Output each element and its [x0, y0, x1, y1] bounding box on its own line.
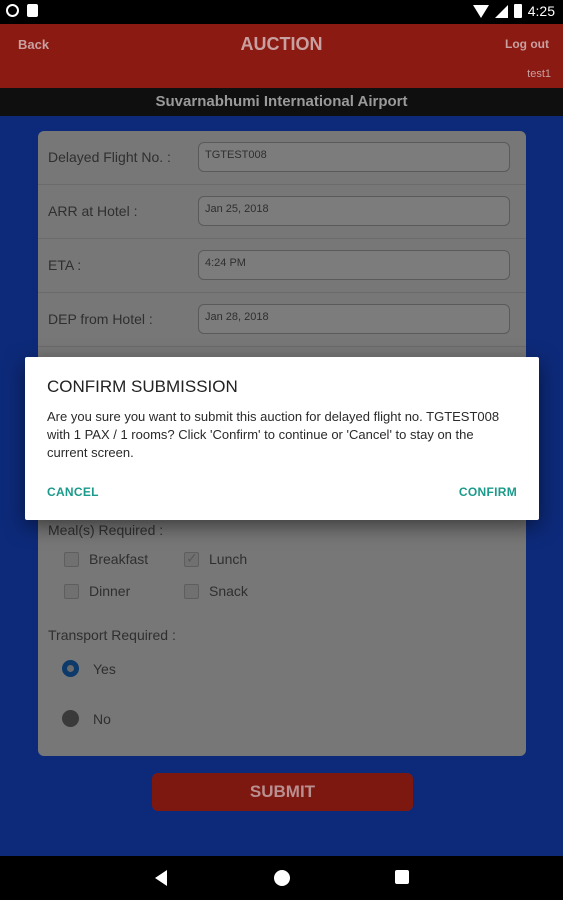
- nav-home-icon[interactable]: [274, 870, 290, 886]
- meal-dinner-checkbox[interactable]: Dinner: [64, 583, 130, 599]
- checkbox-box[interactable]: [64, 583, 79, 599]
- field-label: ETA :: [48, 257, 82, 273]
- airport-name: Suvarnabhumi International Airport: [0, 88, 563, 116]
- field-label: ARR at Hotel :: [48, 203, 138, 219]
- checkbox-box[interactable]: [184, 550, 199, 567]
- status-bar: 4:25: [0, 0, 563, 24]
- wifi-icon: [472, 4, 489, 18]
- radio-label: No: [93, 710, 111, 727]
- sd-card-icon: [27, 4, 38, 17]
- field-label: Delayed Flight No. :: [48, 149, 171, 165]
- app-bar: Back AUCTION Log out test1: [0, 24, 563, 88]
- confirm-dialog: CONFIRM SUBMISSION Are you sure you want…: [25, 357, 539, 520]
- radio-dot[interactable]: [62, 710, 79, 727]
- transport-label: Transport Required :: [48, 627, 176, 643]
- flight-number-field[interactable]: TGTEST008: [198, 142, 510, 172]
- checkbox-label: Dinner: [89, 583, 131, 599]
- checkbox-box[interactable]: [64, 551, 79, 567]
- form-row-eta: ETA : 4:24 PM: [38, 239, 526, 293]
- system-nav-bar: [0, 856, 563, 900]
- checkbox-box[interactable]: [184, 583, 199, 599]
- radio-label: Yes: [93, 660, 116, 677]
- departure-date-field[interactable]: Jan 28, 2018: [198, 304, 510, 334]
- meals-label: Meal(s) Required :: [48, 522, 164, 538]
- checkbox-label: Lunch: [209, 551, 248, 567]
- dialog-message: Are you sure you want to submit this auc…: [47, 409, 500, 460]
- checkbox-label: Breakfast: [89, 551, 149, 567]
- confirm-button[interactable]: CONFIRM: [459, 485, 517, 499]
- page-title: AUCTION: [240, 34, 323, 54]
- cancel-button[interactable]: CANCEL: [47, 485, 99, 499]
- nav-recents-icon[interactable]: [395, 870, 409, 884]
- meal-breakfast-checkbox[interactable]: Breakfast: [64, 551, 148, 567]
- username-label: test1: [527, 68, 551, 80]
- meal-lunch-checkbox[interactable]: Lunch: [184, 550, 248, 567]
- notification-icon: [6, 4, 19, 17]
- status-time: 4:25: [527, 3, 555, 19]
- battery-icon: [513, 4, 522, 18]
- dialog-title: CONFIRM SUBMISSION: [47, 377, 238, 396]
- form-row-departure: DEP from Hotel : Jan 28, 2018: [38, 293, 526, 347]
- submit-button[interactable]: SUBMIT: [152, 773, 413, 811]
- checkbox-label: Snack: [209, 583, 248, 599]
- field-label: DEP from Hotel :: [48, 311, 153, 327]
- meal-snack-checkbox[interactable]: Snack: [184, 583, 248, 599]
- nav-back-icon[interactable]: [155, 870, 167, 886]
- eta-field[interactable]: 4:24 PM: [198, 250, 510, 280]
- arrival-date-field[interactable]: Jan 25, 2018: [198, 196, 510, 226]
- transport-yes-radio[interactable]: Yes: [62, 660, 116, 677]
- logout-button[interactable]: Log out: [505, 37, 549, 51]
- transport-no-radio[interactable]: No: [62, 710, 111, 727]
- form-row-flight: Delayed Flight No. : TGTEST008: [38, 131, 526, 185]
- signal-icon: [494, 4, 508, 18]
- radio-dot[interactable]: [62, 660, 79, 677]
- form-row-arrival: ARR at Hotel : Jan 25, 2018: [38, 185, 526, 239]
